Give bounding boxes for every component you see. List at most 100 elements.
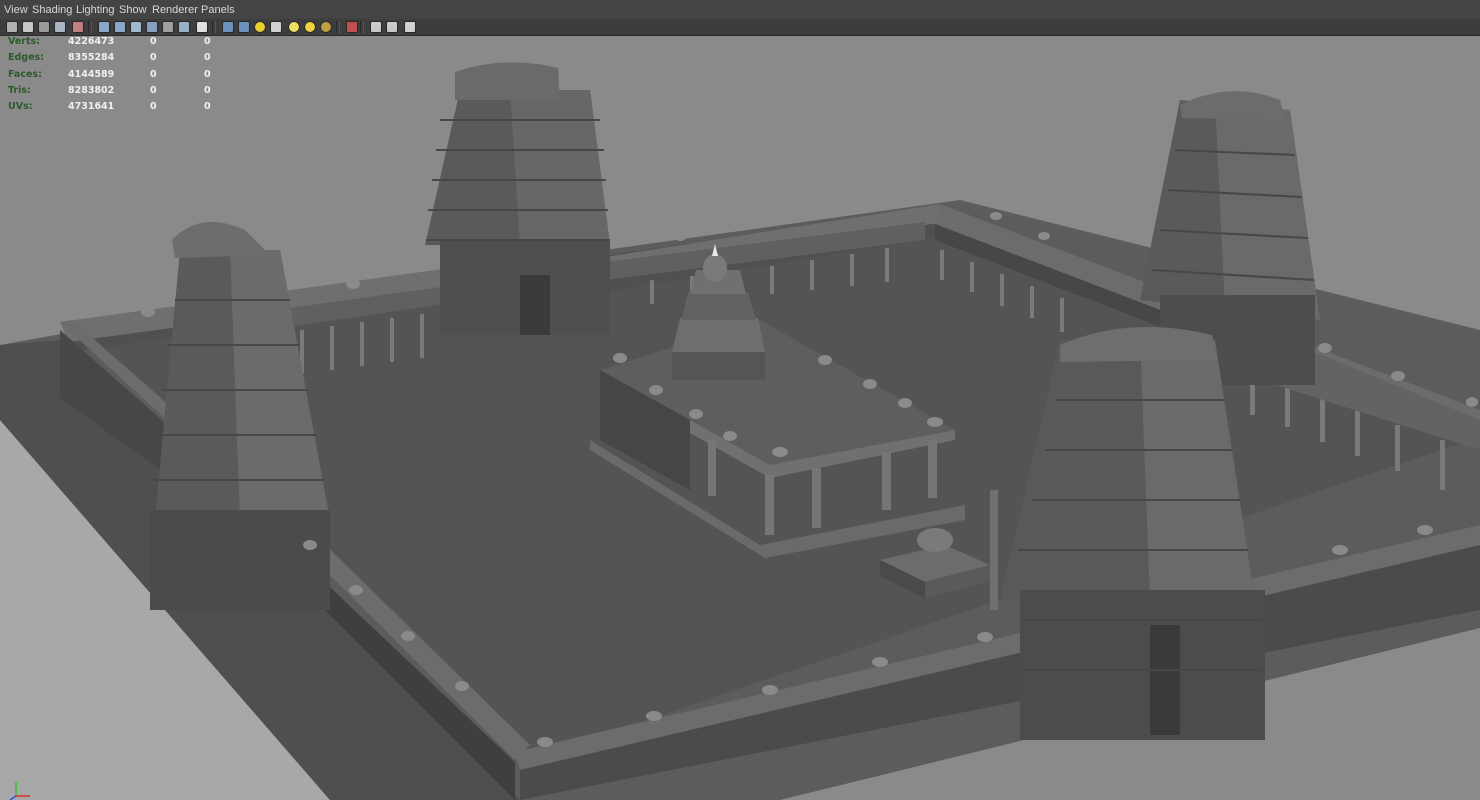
nandi-figure [872,657,888,667]
isolate-select-icon[interactable] [346,21,358,33]
nandi-figure [141,307,155,317]
axis-z [9,795,17,800]
menu-panels[interactable]: Panels [201,0,235,19]
shadows-icon[interactable] [320,21,332,33]
nandi-figure [977,632,993,642]
temple-scene [0,36,1480,800]
bounding-box-icon[interactable] [162,21,174,33]
pillar [1060,298,1064,332]
pillar [1320,398,1325,442]
nandi-figure [799,211,813,221]
shaded-cube-icon[interactable] [238,21,250,33]
pillar [770,266,774,294]
toolbar-separator [88,21,92,33]
pillar [360,322,364,366]
nandi-statue [917,528,953,552]
vimana-dome [703,254,727,282]
single-view-icon[interactable] [370,21,382,33]
nandi-figure [646,711,662,721]
camera-attributes-icon[interactable] [22,21,34,33]
camera-select-icon[interactable] [6,21,18,33]
gopuram-doorway [520,275,550,335]
nandi-figure [1466,397,1478,407]
xray-icon[interactable] [222,21,234,33]
wireframe-icon[interactable] [130,21,142,33]
nandi-figure [735,221,749,231]
nandi-figure [1391,371,1405,381]
pillar [1285,385,1290,427]
nandi-figure [1417,525,1433,535]
nandi-figure [1318,343,1332,353]
pillar [765,475,774,535]
pillar [970,262,974,292]
pillar [1030,286,1034,318]
menu-bar: View Shading Lighting Show Renderer Pane… [0,0,1480,20]
gopuram-crown [455,62,560,100]
pillar [330,326,334,370]
pillar [882,452,891,510]
panel-toolbar [0,19,1480,36]
bookmark-icon[interactable] [38,21,50,33]
pillar [885,248,889,282]
vimana-base [672,350,765,380]
nandi-figure [762,685,778,695]
pillar [812,468,821,528]
nandi-figure [818,355,832,365]
smooth-shade-icon[interactable] [146,21,158,33]
menu-shading[interactable]: Shading [32,0,72,19]
gopuram-base [150,510,330,610]
toolbar-separator [212,21,216,33]
textured-icon[interactable] [178,21,190,33]
vimana-tier-2 [682,292,756,320]
nandi-figure [349,585,363,595]
default-light-icon[interactable] [288,21,300,33]
use-lights-icon[interactable] [254,21,266,33]
pillar [390,318,394,362]
pillar [1440,440,1445,490]
vimana-tier-1 [672,318,765,352]
nandi-figure [1038,232,1050,240]
toolbar-separator [360,21,364,33]
nandi-figure [772,447,788,457]
flag-pole [990,490,998,610]
nandi-figure [613,353,627,363]
image-plane-icon[interactable] [54,21,66,33]
nandi-figure [990,212,1002,220]
pillar [940,250,944,280]
nandi-figure [869,201,883,211]
gopuram-base [1020,590,1265,740]
nandi-figure [537,737,553,747]
nandi-figure [863,379,877,389]
pillar [810,260,814,290]
all-lights-icon[interactable] [304,21,316,33]
gopuram-doorway [1150,625,1180,735]
grid-icon[interactable] [98,21,110,33]
pillar [420,314,424,358]
grease-pencil-icon[interactable] [72,21,84,33]
nandi-figure [689,409,703,419]
pillar [708,440,716,496]
text-icon[interactable] [196,21,208,33]
nandi-figure [673,231,687,241]
nandi-figure [927,417,943,427]
film-gate-icon[interactable] [114,21,126,33]
pillar [850,254,854,286]
multi-view-icon[interactable] [386,21,398,33]
checker-icon[interactable] [270,21,282,33]
hypershade-icon[interactable] [404,21,416,33]
viewport-3d[interactable] [0,36,1480,800]
pillar [928,440,937,498]
menu-view[interactable]: View [4,0,28,19]
pillar [650,280,654,304]
menu-lighting[interactable]: Lighting [76,0,115,19]
nandi-figure [898,398,912,408]
nandi-figure [723,431,737,441]
menu-show[interactable]: Show [119,0,147,19]
nandi-figure [455,681,469,691]
nandi-figure [649,385,663,395]
nandi-figure [303,540,317,550]
axis-indicator [9,782,30,800]
nandi-figure [346,279,360,289]
menu-renderer[interactable]: Renderer [152,0,198,19]
pillar [1395,425,1400,471]
